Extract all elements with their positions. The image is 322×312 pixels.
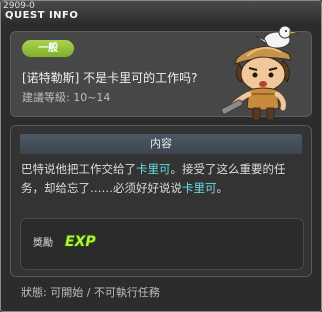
desc-text-3: 。 [216,181,229,195]
reward-label: 獎勵 [33,238,53,249]
quest-info-window: 2909-0 QUEST INFO 一般 [诺特勒斯] 不是卡里可的工作吗? 建… [0,0,322,312]
quest-description: 巴特说他把工作交给了卡里可。接受了这么重要的任务，却给忘了……必须好好说说卡里可… [21,160,305,198]
quest-content-panel: 内容 巴特说他把工作交给了卡里可。接受了这么重要的任务，却给忘了……必须好好说说… [10,125,312,277]
content-header: 内容 [20,134,302,154]
quest-status: 狀態: 可開始 / 不可執行任務 [21,286,160,299]
exp-reward-icon: EXP [65,234,96,250]
quest-category-badge: 一般 [22,40,74,57]
window-title: QUEST INFO [5,10,79,21]
npc-portrait [221,25,300,121]
npc-name-highlight: 卡里可 [182,181,217,195]
quest-level: 建議等級: 10~14 [22,91,111,104]
npc-name-highlight: 卡里可 [136,162,171,176]
desc-text-1: 巴特说他把工作交给了 [21,162,136,176]
reward-box: 獎勵 EXP [20,218,304,270]
quest-name: [诺特勒斯] 不是卡里可的工作吗? [22,71,198,85]
quest-header-panel: 一般 [诺特勒斯] 不是卡里可的工作吗? 建議等級: 10~14 [10,25,312,121]
